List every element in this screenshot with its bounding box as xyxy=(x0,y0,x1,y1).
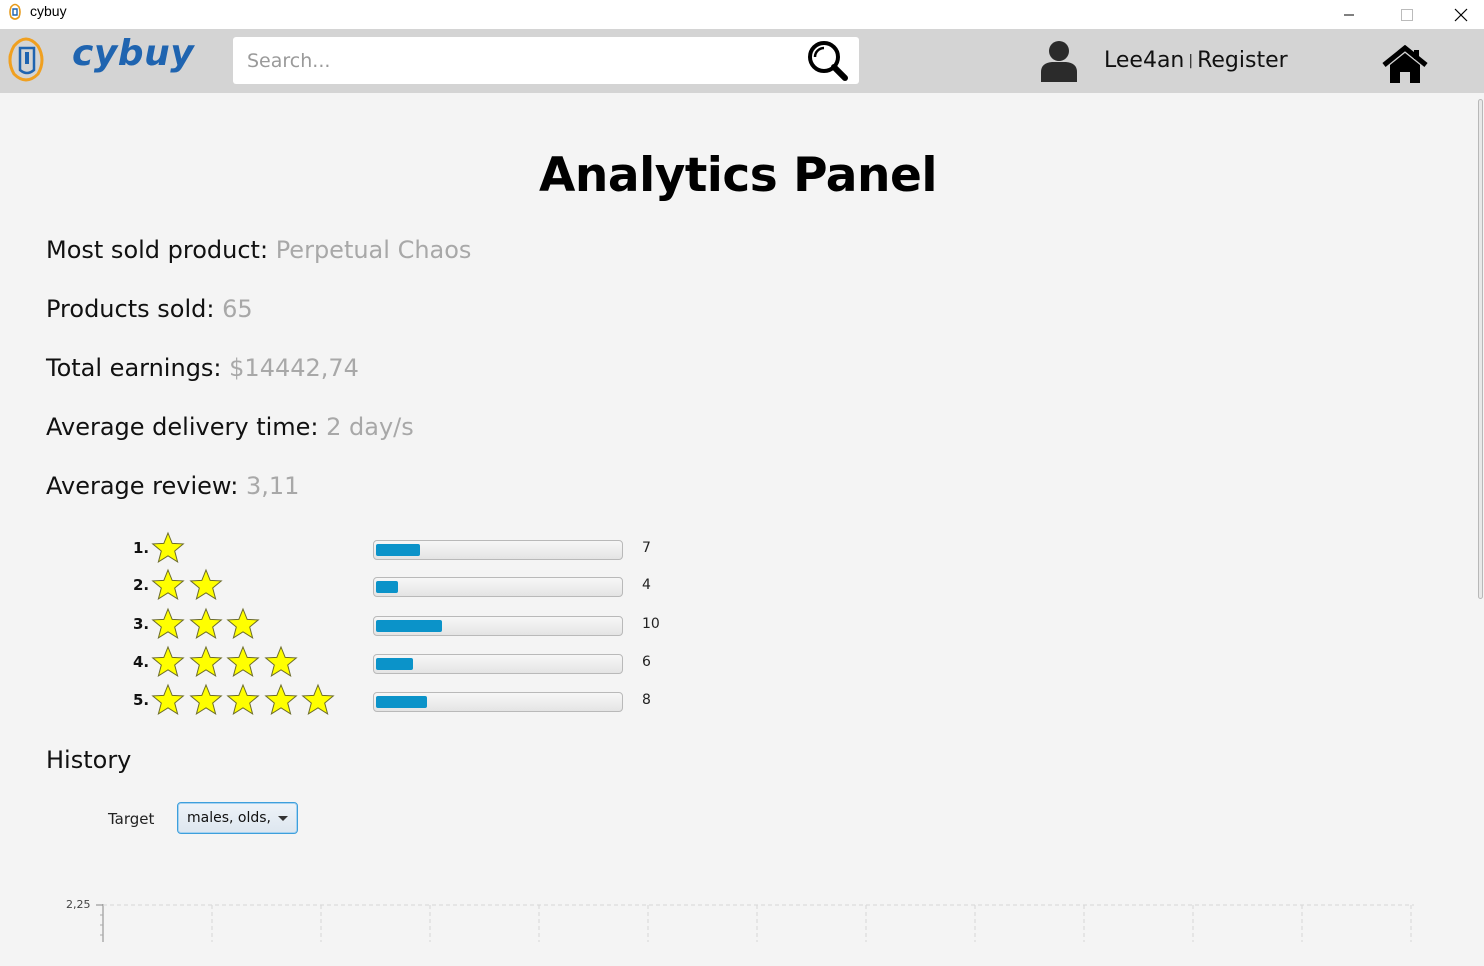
review-rank: 2. xyxy=(133,576,150,594)
search-icon[interactable] xyxy=(806,39,848,81)
star-icon xyxy=(301,683,335,716)
star-icon xyxy=(264,645,298,678)
star-icon xyxy=(264,683,298,716)
stat-label: Average review: xyxy=(46,472,239,500)
history-heading: History xyxy=(46,746,132,774)
star-icon xyxy=(151,568,185,601)
stat-label: Average delivery time: xyxy=(46,413,319,441)
window-titlebar: cybuy xyxy=(0,0,1484,29)
username-link[interactable]: Lee4an xyxy=(1104,48,1184,73)
stat-value: 65 xyxy=(222,295,253,323)
review-rank: 3. xyxy=(133,615,150,633)
minimize-icon xyxy=(1344,14,1354,15)
review-progress-fill xyxy=(376,581,398,593)
home-icon[interactable] xyxy=(1381,45,1429,85)
review-rank: 1. xyxy=(133,539,150,557)
review-rank: 4. xyxy=(133,653,150,671)
review-row: 2. 4 xyxy=(133,568,673,602)
review-progress-fill xyxy=(376,696,427,708)
star-icon xyxy=(151,645,185,678)
star-icon xyxy=(188,607,223,640)
star-icon xyxy=(188,645,223,678)
stat-value: $14442,74 xyxy=(229,354,359,382)
star-icon xyxy=(151,607,185,640)
search-box xyxy=(233,37,859,84)
user-icon[interactable] xyxy=(1040,40,1078,82)
review-progress-bar xyxy=(373,692,623,712)
scrollbar-thumb[interactable] xyxy=(1478,99,1483,599)
review-row: 5. 8 xyxy=(133,683,673,717)
review-stars xyxy=(151,568,226,602)
review-count: 4 xyxy=(642,577,651,593)
chevron-down-icon xyxy=(278,816,288,821)
close-button[interactable] xyxy=(1438,0,1484,29)
review-row: 4. 6 xyxy=(133,645,673,679)
vertical-scrollbar[interactable] xyxy=(1476,93,1484,966)
review-count: 6 xyxy=(642,654,651,670)
star-icon xyxy=(151,531,185,564)
review-progress-fill xyxy=(376,544,420,556)
register-link[interactable]: Register xyxy=(1197,48,1288,73)
review-stars xyxy=(151,683,339,717)
stat-avg-review: Average review: 3,11 xyxy=(46,472,299,500)
review-row: 3. 10 xyxy=(133,607,673,641)
star-icon xyxy=(188,568,223,601)
cybuy-logo-icon xyxy=(8,37,44,82)
stat-value: Perpetual Chaos xyxy=(275,236,472,264)
star-icon xyxy=(226,645,260,678)
review-rank: 5. xyxy=(133,691,150,709)
vertical-grid xyxy=(211,905,1412,942)
review-progress-bar xyxy=(373,616,623,636)
stat-label: Most sold product: xyxy=(46,236,269,264)
review-stars xyxy=(151,531,189,565)
review-stars xyxy=(151,607,264,641)
target-label: Target xyxy=(108,810,155,828)
review-progress-fill xyxy=(376,658,413,670)
minimize-button[interactable] xyxy=(1326,0,1372,29)
review-progress-bar xyxy=(373,654,623,674)
stat-avg-delivery: Average delivery time: 2 day/s xyxy=(46,413,414,441)
link-separator: | xyxy=(1188,53,1194,69)
star-icon xyxy=(226,683,260,716)
window-title: cybuy xyxy=(30,3,67,19)
page-title: Analytics Panel xyxy=(539,148,937,203)
stat-label: Total earnings: xyxy=(46,354,222,382)
stat-most-sold: Most sold product: Perpetual Chaos xyxy=(46,236,471,264)
search-input[interactable] xyxy=(233,37,793,84)
review-progress-fill xyxy=(376,620,442,632)
stat-products-sold: Products sold: 65 xyxy=(46,295,253,323)
stat-value: 2 day/s xyxy=(326,413,414,441)
stat-value: 3,11 xyxy=(245,472,300,500)
stat-total-earnings: Total earnings: $14442,74 xyxy=(46,354,359,382)
user-links: Lee4an | Register xyxy=(1104,48,1288,73)
review-count: 8 xyxy=(642,692,651,708)
app-logo-icon xyxy=(9,3,21,20)
review-progress-bar xyxy=(373,540,623,560)
maximize-icon xyxy=(1401,8,1413,21)
review-progress-bar xyxy=(373,577,623,597)
target-dropdown[interactable]: males, olds, xyxy=(177,802,298,834)
review-count: 10 xyxy=(642,616,660,632)
close-icon xyxy=(1454,8,1468,21)
star-icon xyxy=(151,683,185,716)
cybuy-logo-text[interactable]: cybuy xyxy=(72,33,194,74)
review-count: 7 xyxy=(642,540,651,556)
history-chart xyxy=(96,904,1414,942)
maximize-button[interactable] xyxy=(1384,0,1430,29)
star-icon xyxy=(226,607,260,640)
stat-label: Products sold: xyxy=(46,295,215,323)
target-dropdown-value: males, olds, xyxy=(187,810,271,826)
star-icon xyxy=(188,683,223,716)
review-row: 1. 7 xyxy=(133,531,673,565)
review-stars xyxy=(151,645,301,679)
